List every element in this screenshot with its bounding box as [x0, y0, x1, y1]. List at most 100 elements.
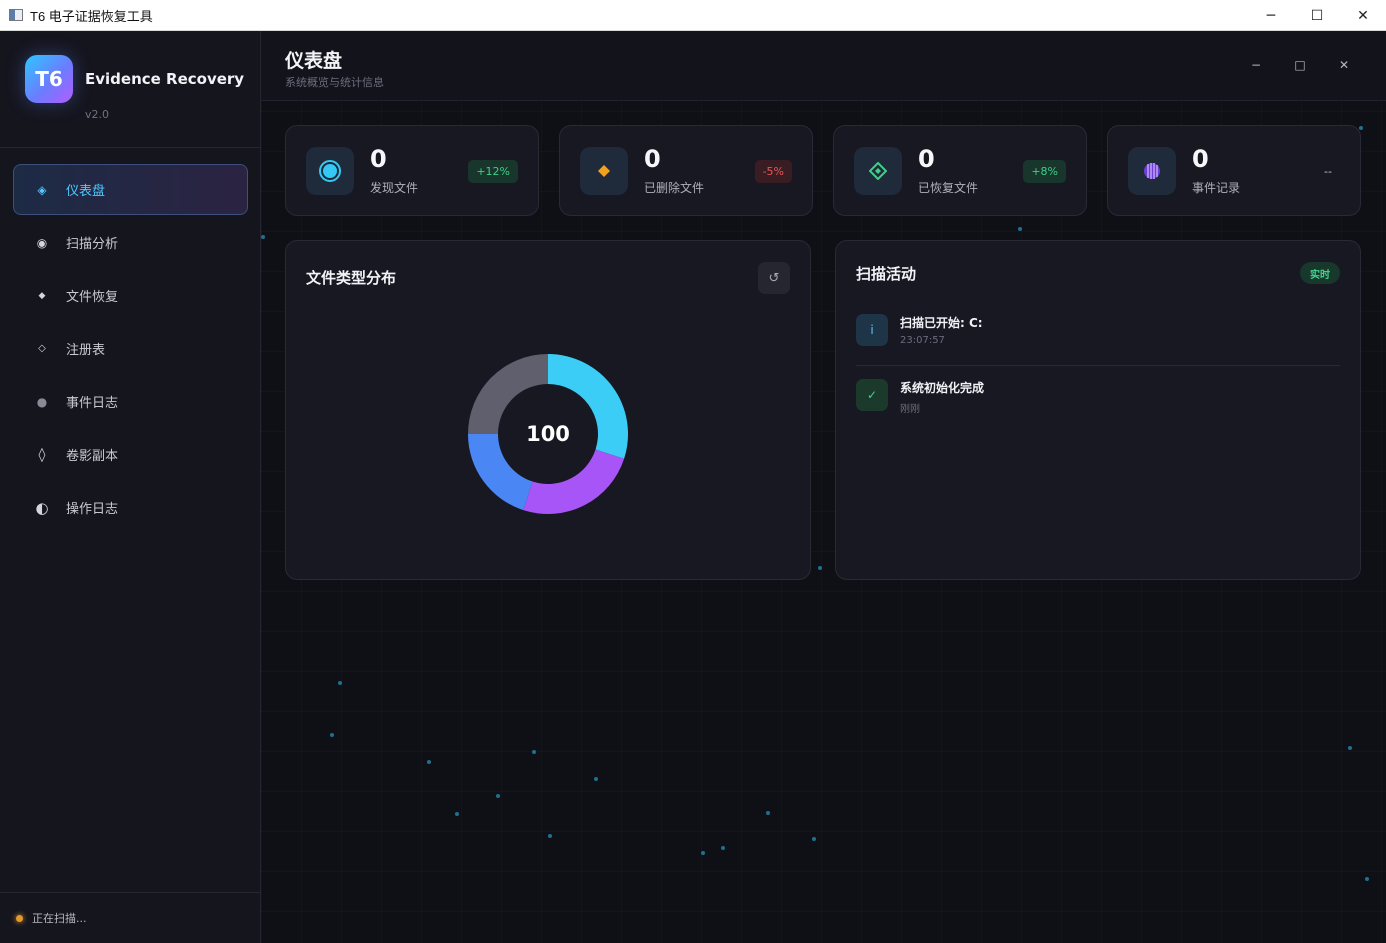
page-header: 仪表盘 系统概览与统计信息 − □ ✕ [261, 31, 1386, 101]
trend-badge: +8% [1023, 160, 1066, 183]
os-title-bar: T6 电子证据恢复工具 ─ ☐ ✕ [0, 0, 1386, 31]
trend-badge: -- [1324, 165, 1332, 178]
sidebar-item-shadow-copy[interactable]: ◊ 卷影副本 [13, 429, 248, 480]
trend-badge: -5% [754, 160, 792, 183]
activity-time: 刚刚 [900, 404, 920, 415]
donut-chart: 100 [467, 353, 629, 515]
radio-scan-icon: ◉ [36, 235, 48, 250]
sidebar-item-label: 事件日志 [66, 396, 119, 411]
refresh-icon: ↺ [768, 270, 780, 286]
sidebar-item-label: 仪表盘 [66, 184, 106, 199]
close-button[interactable]: ✕ [1322, 53, 1366, 77]
orange-diamond-icon [598, 165, 610, 177]
background-particle [1365, 877, 1369, 881]
activity-title: 扫描已开始: C: [900, 316, 983, 330]
sidebar-status-bar: 正在扫描... [0, 892, 261, 943]
sidebar-item-operation-log[interactable]: ◐ 操作日志 [13, 482, 248, 533]
stat-value: 0 [370, 145, 387, 173]
stat-label: 发现文件 [370, 181, 419, 195]
live-badge: 实时 [1300, 262, 1340, 284]
background-particle [261, 235, 265, 239]
sidebar-item-label: 操作日志 [66, 502, 119, 517]
sidebar-item-label: 扫描分析 [66, 237, 119, 252]
os-close-button[interactable]: ✕ [1340, 0, 1386, 31]
half-circle-icon: ◐ [35, 498, 49, 517]
stat-card-deleted-files: 0 已删除文件 -5% [559, 125, 813, 216]
stat-icon-box [580, 147, 628, 195]
background-particle [427, 760, 431, 764]
target-icon [319, 160, 341, 182]
background-particle [532, 750, 536, 754]
background-particle [455, 812, 459, 816]
stat-card-recovered-files: 0 已恢复文件 +8% [833, 125, 1087, 216]
brand-area: T6 Evidence Recovery v2.0 [0, 31, 260, 148]
stat-label: 已删除文件 [644, 181, 705, 195]
sidebar-item-label: 卷影副本 [66, 449, 119, 464]
donut-center-value: 100 [526, 422, 570, 446]
info-icon: i [856, 314, 888, 346]
app-version: v2.0 [85, 108, 110, 121]
sidebar-item-label: 文件恢复 [66, 290, 119, 305]
stat-icon-box [306, 147, 354, 195]
status-dot-icon [16, 914, 23, 922]
stat-value: 0 [644, 145, 661, 173]
stat-icon-box [854, 147, 902, 195]
app-name: Evidence Recovery [85, 70, 245, 88]
trend-badge: +12% [468, 160, 518, 183]
sidebar-item-event-log[interactable]: ● 事件日志 [13, 376, 248, 427]
stat-card-event-records: 0 事件记录 -- [1107, 125, 1361, 216]
stat-label: 事件记录 [1192, 181, 1241, 195]
list-item: ✓ 系统初始化完成 刚刚 [856, 365, 1340, 427]
background-particle [330, 733, 334, 737]
page-subtitle: 系统概览与统计信息 [285, 76, 384, 89]
os-minimize-button[interactable]: ─ [1248, 0, 1294, 31]
file-type-panel: 文件类型分布 ↺ 100 [285, 240, 811, 580]
main-content: 仪表盘 系统概览与统计信息 − □ ✕ 0 发现文件 +12% 0 已删除文件 … [261, 31, 1386, 943]
activity-title: 系统初始化完成 [900, 381, 985, 395]
scan-activity-panel: 扫描活动 实时 i 扫描已开始: C: 23:07:57 ✓ 系统初始化完成 刚… [835, 240, 1361, 580]
os-window-title: T6 电子证据恢复工具 [30, 8, 153, 24]
sidebar: T6 Evidence Recovery v2.0 ◈ 仪表盘 ◉ 扫描分析 ◆… [0, 31, 261, 943]
background-particle [721, 846, 725, 850]
small-diamond-icon: ◆ [38, 290, 46, 301]
checkmark-icon: ✓ [856, 379, 888, 411]
diamond-outline-icon: ◈ [37, 182, 47, 197]
list-item: i 扫描已开始: C: 23:07:57 [856, 303, 1340, 365]
sidebar-item-scan-analysis[interactable]: ◉ 扫描分析 [13, 217, 248, 268]
sidebar-item-label: 注册表 [66, 343, 106, 358]
page-title: 仪表盘 [285, 50, 343, 72]
background-particle [548, 834, 552, 838]
minimize-button[interactable]: − [1234, 53, 1278, 77]
sidebar-item-dashboard[interactable]: ◈ 仪表盘 [13, 164, 248, 215]
purple-striped-circle-icon [1144, 163, 1160, 179]
sidebar-item-file-recovery[interactable]: ◆ 文件恢复 [13, 270, 248, 321]
background-particle [338, 681, 342, 685]
green-diamond-icon [869, 162, 887, 180]
stat-value: 0 [1192, 145, 1209, 173]
stat-card-found-files: 0 发现文件 +12% [285, 125, 539, 216]
app-window-icon [9, 9, 23, 21]
background-particle [766, 811, 770, 815]
stats-row: 0 发现文件 +12% 0 已删除文件 -5% 0 已恢复文件 +8% 0 事件… [285, 125, 1361, 216]
background-particle [1348, 746, 1352, 750]
panel-title: 扫描活动 [856, 265, 917, 283]
stat-value: 0 [918, 145, 935, 173]
activity-list: i 扫描已开始: C: 23:07:57 ✓ 系统初始化完成 刚刚 [856, 303, 1340, 427]
maximize-button[interactable]: □ [1278, 53, 1322, 77]
tall-diamond-icon: ◊ [38, 446, 46, 463]
sidebar-item-registry[interactable]: ◇ 注册表 [13, 323, 248, 374]
small-diamond-outline-icon: ◇ [38, 343, 46, 354]
refresh-button[interactable]: ↺ [758, 262, 790, 294]
background-particle [812, 837, 816, 841]
stat-label: 已恢复文件 [918, 181, 979, 195]
background-particle [594, 777, 598, 781]
activity-time: 23:07:57 [900, 335, 945, 346]
sidebar-nav: ◈ 仪表盘 ◉ 扫描分析 ◆ 文件恢复 ◇ 注册表 ● 事件日志 ◊ 卷影副本 … [13, 164, 248, 535]
background-particle [496, 794, 500, 798]
os-maximize-button[interactable]: ☐ [1294, 0, 1340, 31]
background-particle [701, 851, 705, 855]
app-window-controls: − □ ✕ [1234, 53, 1366, 77]
os-window-controls: ─ ☐ ✕ [1248, 0, 1386, 31]
background-particle [1018, 227, 1022, 231]
panel-title: 文件类型分布 [306, 269, 397, 287]
